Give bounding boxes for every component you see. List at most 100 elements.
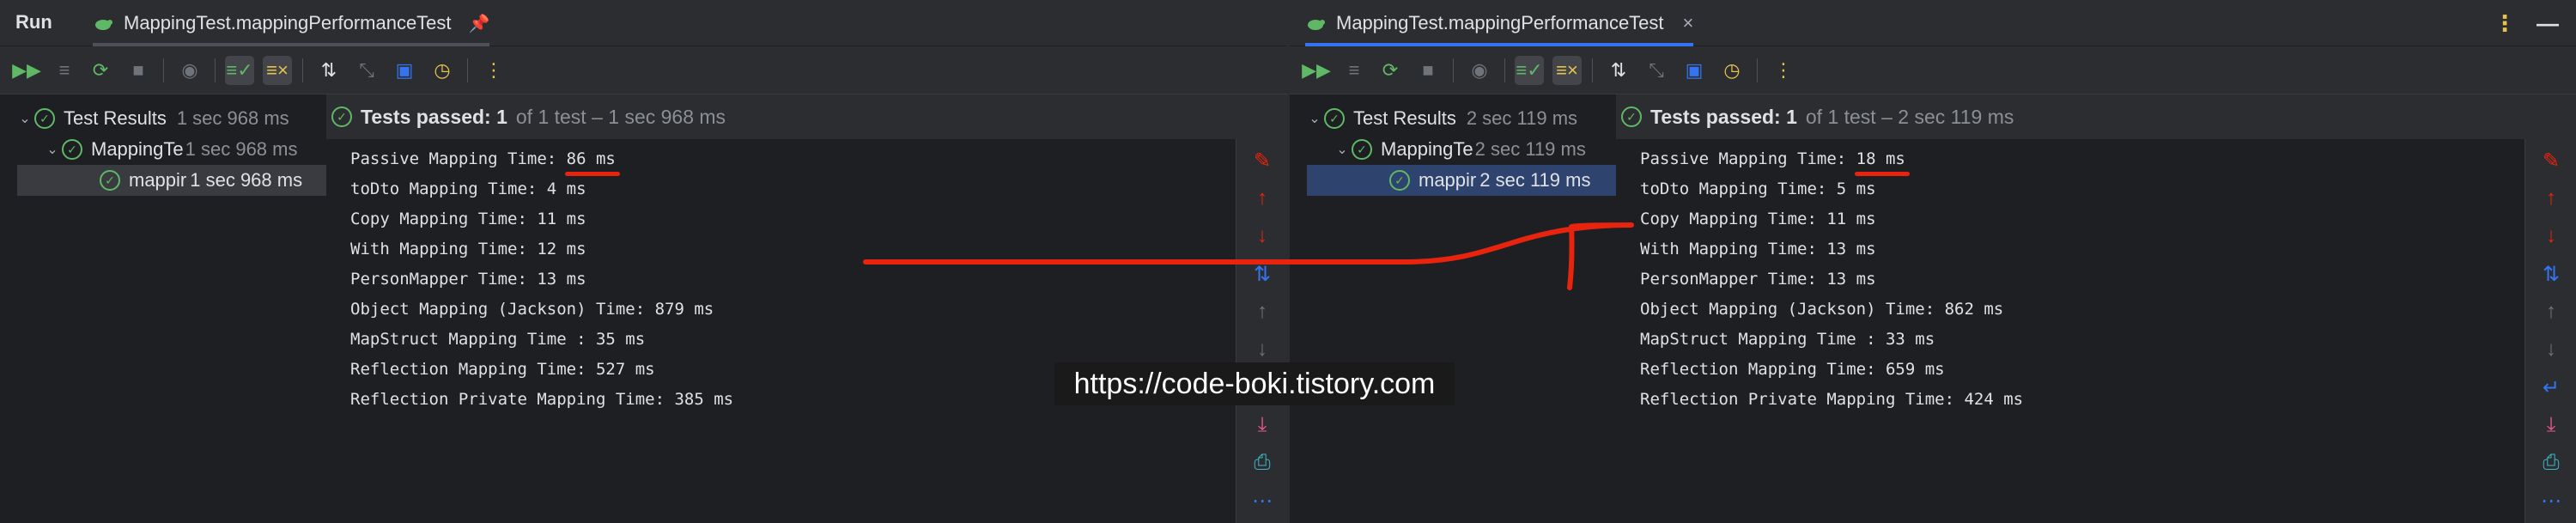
collapse-icon[interactable]: ⤡ [352,56,381,85]
tests-detail-label: of 1 test – 1 sec 968 ms [515,105,726,128]
eye-icon[interactable]: ◉ [175,56,204,85]
test-results-tree: ⌄ ✓ Test Results 1 sec 968 ms ⌄ ✓ Mappin… [0,94,326,523]
down-arrow-icon[interactable]: ↓ [1236,222,1287,251]
console-line: With Mapping Time: 13 ms [1640,240,1876,258]
soft-wrap-icon[interactable]: ↵ [2525,373,2576,402]
rerun-icon[interactable]: ⟳ [1376,56,1405,85]
more-icon[interactable]: ⋮ [2494,10,2516,37]
rerun-all-icon[interactable]: ▶▶ [1302,56,1331,85]
tree-item-time: 2 sec 119 ms [1466,107,1578,129]
tree-item-time: 2 sec 119 ms [1479,169,1591,191]
right-run-panel: MappingTest.mappingPerformanceTest × ⋮ —… [1290,0,2576,523]
tree-item-label: MappingTe [1381,138,1473,160]
more-icon[interactable]: ⋯ [2525,486,2576,515]
scroll-up-icon[interactable]: ↑ [1236,297,1287,326]
toolbar-separator [467,58,468,82]
console-output[interactable]: Passive Mapping Time: 18 ms toDto Mappin… [1616,139,2524,523]
tree-item-test-results[interactable]: ⌄ ✓ Test Results 1 sec 968 ms [0,103,326,134]
console-line: toDto Mapping Time: 5 ms [1640,179,1876,198]
rerun-failed-icon[interactable]: ≡ [50,56,79,85]
rerun-failed-icon[interactable]: ≡ [1340,56,1369,85]
eye-icon[interactable]: ◉ [1465,56,1494,85]
tree-item-label: Test Results [1353,107,1456,129]
tree-item-mapping-performance-test[interactable]: ✓ mappir 1 sec 968 ms [17,165,326,196]
history-icon[interactable]: ◷ [1717,56,1747,85]
console-line: Object Mapping (Jackson) Time: 879 ms [350,300,714,319]
tab-label: MappingTest.mappingPerformanceTest [1336,12,1664,33]
scroll-to-end-icon[interactable]: ⤓ [2525,410,2576,440]
rerun-all-icon[interactable]: ▶▶ [12,56,41,85]
tree-item-label: Test Results [64,107,167,129]
chevron-down-icon[interactable]: ⌄ [43,141,62,158]
show-ignored-icon[interactable]: ≡× [1552,56,1582,85]
test-status-bar: ✓ Tests passed: 1 of 1 test – 2 sec 119 … [1616,94,2576,139]
chevron-down-icon[interactable]: ⌄ [15,110,34,127]
tree-item-label: mappir [1419,169,1477,191]
show-ignored-icon[interactable]: ≡× [263,56,292,85]
tab-mapping-performance-test[interactable]: MappingTest.mappingPerformanceTest × [1305,0,1694,46]
minimize-icon[interactable]: — [2537,10,2559,37]
console-line: Reflection Private Mapping Time: 385 ms [350,390,734,409]
clear-icon[interactable]: ✎ [1236,146,1287,175]
scroll-to-end-icon[interactable]: ⤓ [1236,410,1287,440]
sort-lines-icon[interactable]: ⇅ [2525,259,2576,289]
tree-item-time: 1 sec 968 ms [190,169,303,191]
tree-item-label: MappingTe [91,138,184,160]
chevron-down-icon[interactable]: ⌄ [1305,110,1324,127]
run-tool-window-title: Run [15,11,52,33]
export-icon[interactable]: ▣ [390,56,419,85]
watermark-url: https://code-boki.tistory.com [1054,362,1455,405]
toolbar-separator [1504,58,1505,82]
toolbar-separator [1592,58,1593,82]
print-icon[interactable]: ⎙ [1236,448,1287,477]
run-toolbar: ▶▶ ≡ ⟳ ■ ◉ ≡✓ ≡× ⇅ ⤡ ▣ ◷ ⋮ [1290,46,2576,94]
sort-lines-icon[interactable]: ⇅ [1236,259,1287,289]
tab-label: MappingTest.mappingPerformanceTest [124,12,452,33]
stop-icon[interactable]: ■ [124,56,153,85]
console-line: MapStruct Mapping Time : 35 ms [350,330,646,349]
sort-icon[interactable]: ⇅ [1604,56,1633,85]
tree-item-time: 1 sec 968 ms [176,107,289,129]
stop-icon[interactable]: ■ [1413,56,1443,85]
run-toolbar: ▶▶ ≡ ⟳ ■ ◉ ≡✓ ≡× ⇅ ⤡ ▣ ◷ ⋮ [0,46,1287,94]
passed-check-icon: ✓ [331,106,352,127]
tab-mapping-performance-test[interactable]: MappingTest.mappingPerformanceTest 📌 [93,0,490,46]
passed-check-icon: ✓ [1324,108,1345,129]
more-icon[interactable]: ⋮ [479,56,508,85]
show-passed-icon[interactable]: ≡✓ [225,56,254,85]
left-run-panel: Run MappingTest.mappingPerformanceTest 📌… [0,0,1287,523]
show-passed-icon[interactable]: ≡✓ [1515,56,1544,85]
scroll-up-icon[interactable]: ↑ [2525,297,2576,326]
console-line: Reflection Mapping Time: 659 ms [1640,360,1945,379]
tree-item-mapping-test[interactable]: ⌄ ✓ MappingTe 2 sec 119 ms [1290,134,1616,165]
console-line: Passive Mapping Time: 18 ms [1640,149,1905,168]
tree-item-test-results[interactable]: ⌄ ✓ Test Results 2 sec 119 ms [1290,103,1616,134]
tree-item-mapping-test[interactable]: ⌄ ✓ MappingTe 1 sec 968 ms [0,134,326,165]
scroll-down-icon[interactable]: ↓ [2525,335,2576,364]
export-icon[interactable]: ▣ [1680,56,1709,85]
console-line: Passive Mapping Time: 86 ms [350,149,616,168]
console-output[interactable]: Passive Mapping Time: 86 ms toDto Mappin… [326,139,1236,523]
close-icon[interactable]: × [1683,12,1694,34]
test-status-bar: ✓ Tests passed: 1 of 1 test – 1 sec 968 … [326,94,1287,139]
down-arrow-icon[interactable]: ↓ [2525,222,2576,251]
more-icon[interactable]: ⋮ [1769,56,1798,85]
more-icon[interactable]: ⋯ [1236,486,1287,515]
clear-icon[interactable]: ✎ [2525,146,2576,175]
up-arrow-icon[interactable]: ↑ [1236,184,1287,213]
chevron-down-icon[interactable]: ⌄ [1333,141,1352,158]
collapse-icon[interactable]: ⤡ [1642,56,1671,85]
rerun-icon[interactable]: ⟳ [86,56,115,85]
tree-item-mapping-performance-test[interactable]: ✓ mappir 2 sec 119 ms [1307,165,1616,196]
pin-icon[interactable]: 📌 [469,13,490,34]
up-arrow-icon[interactable]: ↑ [2525,184,2576,213]
scroll-down-icon[interactable]: ↓ [1236,335,1287,364]
passed-check-icon: ✓ [1352,139,1372,160]
history-icon[interactable]: ◷ [428,56,457,85]
console-line: PersonMapper Time: 13 ms [350,270,586,289]
tests-passed-label: Tests passed: 1 [361,105,507,128]
print-icon[interactable]: ⎙ [2525,448,2576,477]
passed-check-icon: ✓ [100,170,120,191]
sort-icon[interactable]: ⇅ [314,56,343,85]
tests-passed-label: Tests passed: 1 [1650,105,1797,128]
